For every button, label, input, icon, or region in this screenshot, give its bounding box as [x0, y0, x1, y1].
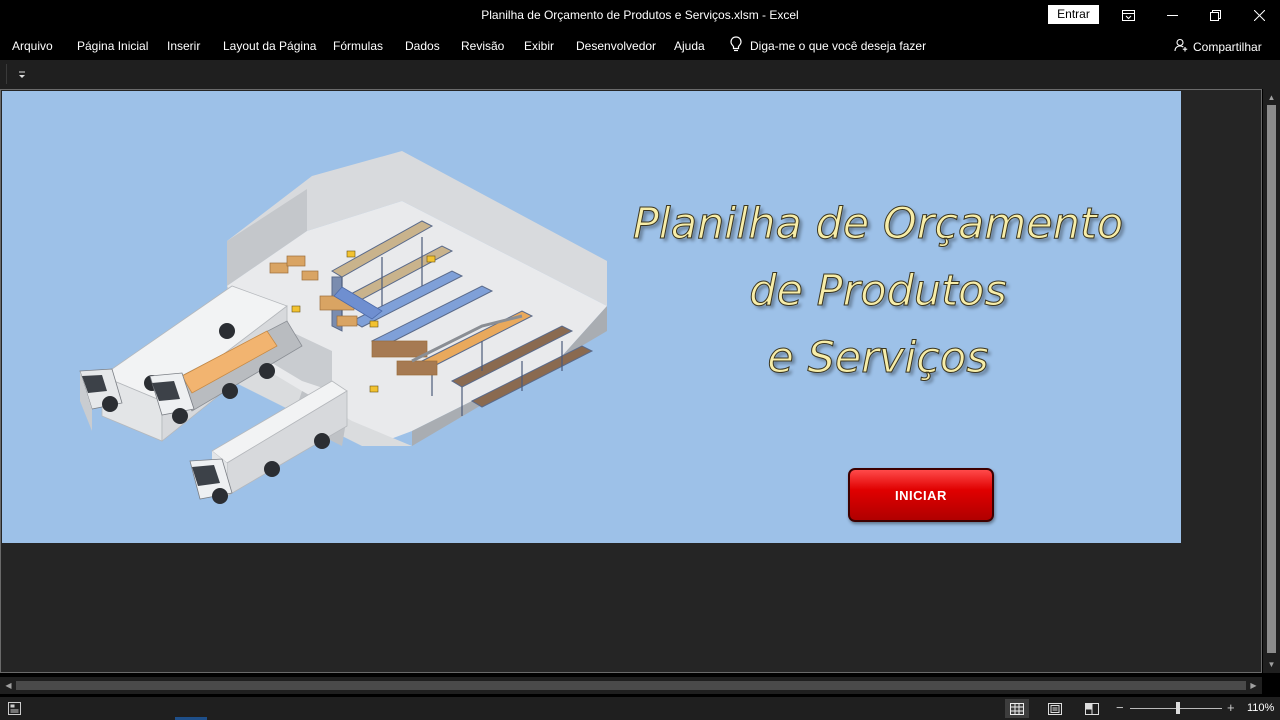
tab-formulas[interactable]: Fórmulas: [333, 39, 383, 53]
cover-title-line3: e Serviços: [767, 333, 989, 384]
page-layout-view-icon[interactable]: [1043, 699, 1067, 718]
vertical-scrollbar[interactable]: ▲ ▼: [1263, 89, 1280, 673]
normal-view-icon[interactable]: [1005, 699, 1029, 718]
tab-layout-da-pagina[interactable]: Layout da Página: [223, 39, 316, 53]
cover-panel: Planilha de Orçamento de Produtos e Serv…: [2, 91, 1181, 543]
start-button[interactable]: INICIAR: [848, 468, 994, 522]
zoom-in-icon[interactable]: +: [1227, 700, 1235, 715]
toolbar-divider: [6, 64, 7, 84]
tab-ajuda[interactable]: Ajuda: [674, 39, 705, 53]
sign-in-button[interactable]: Entrar: [1048, 5, 1099, 24]
ribbon-tabs: Arquivo Página Inicial Inserir Layout da…: [0, 30, 1280, 60]
tab-inserir[interactable]: Inserir: [167, 39, 200, 53]
person-icon: [1174, 38, 1188, 55]
worksheet-area[interactable]: Planilha de Orçamento de Produtos e Serv…: [0, 89, 1262, 673]
tab-dados[interactable]: Dados: [405, 39, 440, 53]
scroll-left-icon[interactable]: ◀: [3, 680, 14, 691]
scroll-right-icon[interactable]: ▶: [1248, 680, 1259, 691]
share-label: Compartilhar: [1193, 39, 1262, 54]
zoom-level[interactable]: 110%: [1247, 702, 1274, 714]
macro-record-icon[interactable]: [8, 702, 21, 720]
scroll-up-icon[interactable]: ▲: [1266, 92, 1277, 103]
quick-access-toolbar: [0, 60, 1280, 89]
restore-icon[interactable]: [1203, 4, 1227, 26]
cover-title-line2: de Produtos: [749, 266, 1007, 317]
cover-title-line1: Planilha de Orçamento: [632, 199, 1124, 250]
close-icon[interactable]: [1247, 4, 1271, 26]
tell-me-label: Diga-me o que você deseja fazer: [750, 38, 927, 53]
minimize-icon[interactable]: [1160, 4, 1184, 26]
cover-title: Planilha de Orçamento de Produtos e Serv…: [598, 191, 1158, 392]
tab-desenvolvedor[interactable]: Desenvolvedor: [576, 39, 656, 53]
warehouse-trucks-illustration: [79, 151, 607, 504]
share-button[interactable]: Compartilhar: [1174, 38, 1262, 55]
tab-exibir[interactable]: Exibir: [524, 39, 554, 53]
tab-arquivo[interactable]: Arquivo: [12, 39, 53, 53]
title-bar: Planilha de Orçamento de Produtos e Serv…: [0, 0, 1280, 30]
horizontal-scrollbar[interactable]: ◀ ▶: [0, 677, 1262, 694]
lightbulb-icon: [730, 36, 742, 55]
horizontal-scroll-thumb[interactable]: [16, 681, 1246, 690]
scroll-down-icon[interactable]: ▼: [1266, 659, 1277, 670]
page-break-view-icon[interactable]: [1080, 699, 1104, 718]
tab-revisao[interactable]: Revisão: [461, 39, 504, 53]
ribbon-display-options-icon[interactable]: [1116, 4, 1140, 26]
tell-me-search[interactable]: Diga-me o que você deseja fazer: [730, 36, 926, 55]
zoom-slider-thumb[interactable]: [1176, 702, 1180, 714]
customize-toolbar-icon[interactable]: [16, 68, 28, 80]
vertical-scroll-thumb[interactable]: [1267, 105, 1276, 653]
tab-pagina-inicial[interactable]: Página Inicial: [77, 39, 148, 53]
zoom-out-icon[interactable]: −: [1116, 700, 1124, 715]
